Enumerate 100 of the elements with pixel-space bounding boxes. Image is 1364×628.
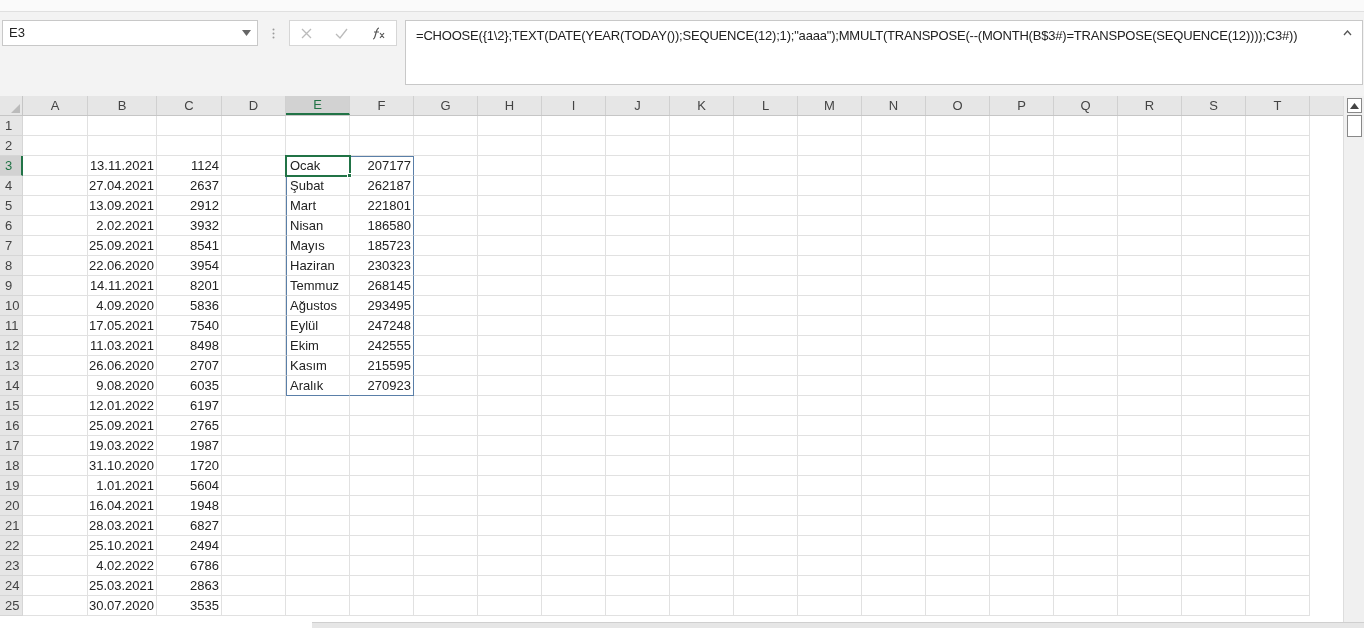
- table-cell[interactable]: 262187: [350, 176, 414, 196]
- table-cell[interactable]: 3954: [157, 256, 222, 276]
- table-cell[interactable]: 13.09.2021: [88, 196, 157, 216]
- row-header[interactable]: 1: [0, 116, 23, 136]
- table-cell[interactable]: 185723: [350, 236, 414, 256]
- row-header[interactable]: 16: [0, 416, 23, 436]
- table-cell[interactable]: 6786: [157, 556, 222, 576]
- name-box[interactable]: E3: [2, 20, 258, 46]
- column-header[interactable]: L: [734, 96, 798, 115]
- table-cell[interactable]: 270923: [350, 376, 414, 396]
- table-cell[interactable]: Ocak: [286, 156, 350, 176]
- table-cell[interactable]: 1948: [157, 496, 222, 516]
- table-cell[interactable]: 25.10.2021: [88, 536, 157, 556]
- column-header[interactable]: T: [1246, 96, 1310, 115]
- table-cell[interactable]: 5604: [157, 476, 222, 496]
- row-header[interactable]: 12: [0, 336, 23, 356]
- row-header[interactable]: 9: [0, 276, 23, 296]
- table-cell[interactable]: 28.03.2021: [88, 516, 157, 536]
- table-cell[interactable]: Kasım: [286, 356, 350, 376]
- column-header[interactable]: O: [926, 96, 990, 115]
- fill-handle[interactable]: [347, 173, 352, 178]
- column-header[interactable]: I: [542, 96, 606, 115]
- column-header[interactable]: G: [414, 96, 478, 115]
- table-cell[interactable]: 1987: [157, 436, 222, 456]
- row-header[interactable]: 10: [0, 296, 23, 316]
- column-header[interactable]: N: [862, 96, 926, 115]
- table-cell[interactable]: 2637: [157, 176, 222, 196]
- table-cell[interactable]: 6197: [157, 396, 222, 416]
- column-header[interactable]: K: [670, 96, 734, 115]
- row-header[interactable]: 13: [0, 356, 23, 376]
- table-cell[interactable]: Şubat: [286, 176, 350, 196]
- row-header[interactable]: 6: [0, 216, 23, 236]
- table-cell[interactable]: 27.04.2021: [88, 176, 157, 196]
- table-cell[interactable]: Aralık: [286, 376, 350, 396]
- table-cell[interactable]: 6827: [157, 516, 222, 536]
- table-cell[interactable]: Eylül: [286, 316, 350, 336]
- table-cell[interactable]: 26.06.2020: [88, 356, 157, 376]
- table-cell[interactable]: 30.07.2020: [88, 596, 157, 616]
- collapse-icon[interactable]: [1343, 30, 1352, 36]
- row-header[interactable]: 11: [0, 316, 23, 336]
- cancel-icon[interactable]: [301, 27, 313, 39]
- scroll-up-icon[interactable]: [1349, 102, 1359, 109]
- table-cell[interactable]: 2912: [157, 196, 222, 216]
- column-header[interactable]: E: [286, 96, 350, 115]
- column-header[interactable]: A: [23, 96, 88, 115]
- column-header[interactable]: M: [798, 96, 862, 115]
- table-cell[interactable]: Nisan: [286, 216, 350, 236]
- table-cell[interactable]: 268145: [350, 276, 414, 296]
- formula-field[interactable]: =CHOOSE({1\2};TEXT(DATE(YEAR(TODAY());SEQUENCE(12);1);"aaaa");MMULT(TRANSPOSE(--(MONTH(B$3#)=TRANSPOSE(SEQUENCE(12))));C3#)): [405, 20, 1363, 85]
- row-header[interactable]: 4: [0, 176, 23, 196]
- row-header[interactable]: 8: [0, 256, 23, 276]
- row-header[interactable]: 17: [0, 436, 23, 456]
- table-cell[interactable]: 22.06.2020: [88, 256, 157, 276]
- horizontal-scrollbar[interactable]: [312, 622, 1364, 628]
- more-options-icon[interactable]: [272, 28, 275, 39]
- table-cell[interactable]: 1.01.2021: [88, 476, 157, 496]
- column-header[interactable]: H: [478, 96, 542, 115]
- column-header[interactable]: R: [1118, 96, 1182, 115]
- table-cell[interactable]: 186580: [350, 216, 414, 236]
- table-cell[interactable]: Haziran: [286, 256, 350, 276]
- table-cell[interactable]: 2707: [157, 356, 222, 376]
- table-cell[interactable]: 215595: [350, 356, 414, 376]
- row-header[interactable]: 18: [0, 456, 23, 476]
- table-cell[interactable]: 6035: [157, 376, 222, 396]
- row-header[interactable]: 24: [0, 576, 23, 596]
- scrollbar-thumb[interactable]: [1346, 115, 1362, 137]
- table-cell[interactable]: 2863: [157, 576, 222, 596]
- column-header[interactable]: J: [606, 96, 670, 115]
- select-all-icon[interactable]: [11, 104, 20, 113]
- table-cell[interactable]: 1124: [157, 156, 222, 176]
- table-cell[interactable]: 221801: [350, 196, 414, 216]
- table-cell[interactable]: 25.09.2021: [88, 236, 157, 256]
- table-cell[interactable]: 293495: [350, 296, 414, 316]
- table-cell[interactable]: 3932: [157, 216, 222, 236]
- table-cell[interactable]: 230323: [350, 256, 414, 276]
- table-cell[interactable]: 17.05.2021: [88, 316, 157, 336]
- row-header[interactable]: 14: [0, 376, 23, 396]
- row-header[interactable]: 3: [0, 156, 23, 176]
- table-cell[interactable]: 25.09.2021: [88, 416, 157, 436]
- function-icon[interactable]: [370, 26, 385, 40]
- column-header[interactable]: F: [350, 96, 414, 115]
- table-cell[interactable]: 3535: [157, 596, 222, 616]
- row-header[interactable]: 20: [0, 496, 23, 516]
- column-header[interactable]: P: [990, 96, 1054, 115]
- row-header[interactable]: 7: [0, 236, 23, 256]
- table-cell[interactable]: Temmuz: [286, 276, 350, 296]
- row-header[interactable]: 22: [0, 536, 23, 556]
- row-header[interactable]: 21: [0, 516, 23, 536]
- table-cell[interactable]: 4.02.2022: [88, 556, 157, 576]
- table-cell[interactable]: 8498: [157, 336, 222, 356]
- table-cell[interactable]: 31.10.2020: [88, 456, 157, 476]
- column-header[interactable]: C: [157, 96, 222, 115]
- table-cell[interactable]: 2765: [157, 416, 222, 436]
- table-cell[interactable]: 25.03.2021: [88, 576, 157, 596]
- table-cell[interactable]: 242555: [350, 336, 414, 356]
- row-header[interactable]: 5: [0, 196, 23, 216]
- table-cell[interactable]: 12.01.2022: [88, 396, 157, 416]
- table-cell[interactable]: 4.09.2020: [88, 296, 157, 316]
- table-cell[interactable]: 14.11.2021: [88, 276, 157, 296]
- table-cell[interactable]: 16.04.2021: [88, 496, 157, 516]
